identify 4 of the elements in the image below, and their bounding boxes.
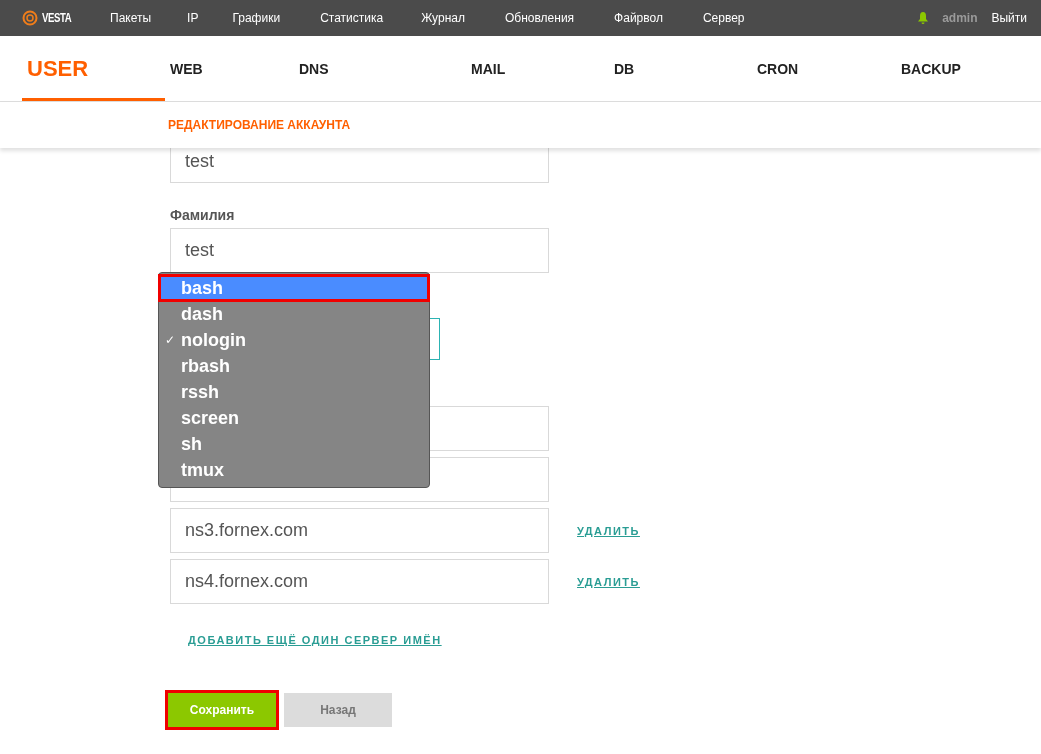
logo-text: VESTA bbox=[42, 11, 72, 25]
page-title: РЕДАКТИРОВАНИЕ АККАУНТА bbox=[0, 102, 1041, 148]
check-icon: ✓ bbox=[165, 333, 176, 347]
field-label: Фамилия bbox=[170, 207, 236, 223]
